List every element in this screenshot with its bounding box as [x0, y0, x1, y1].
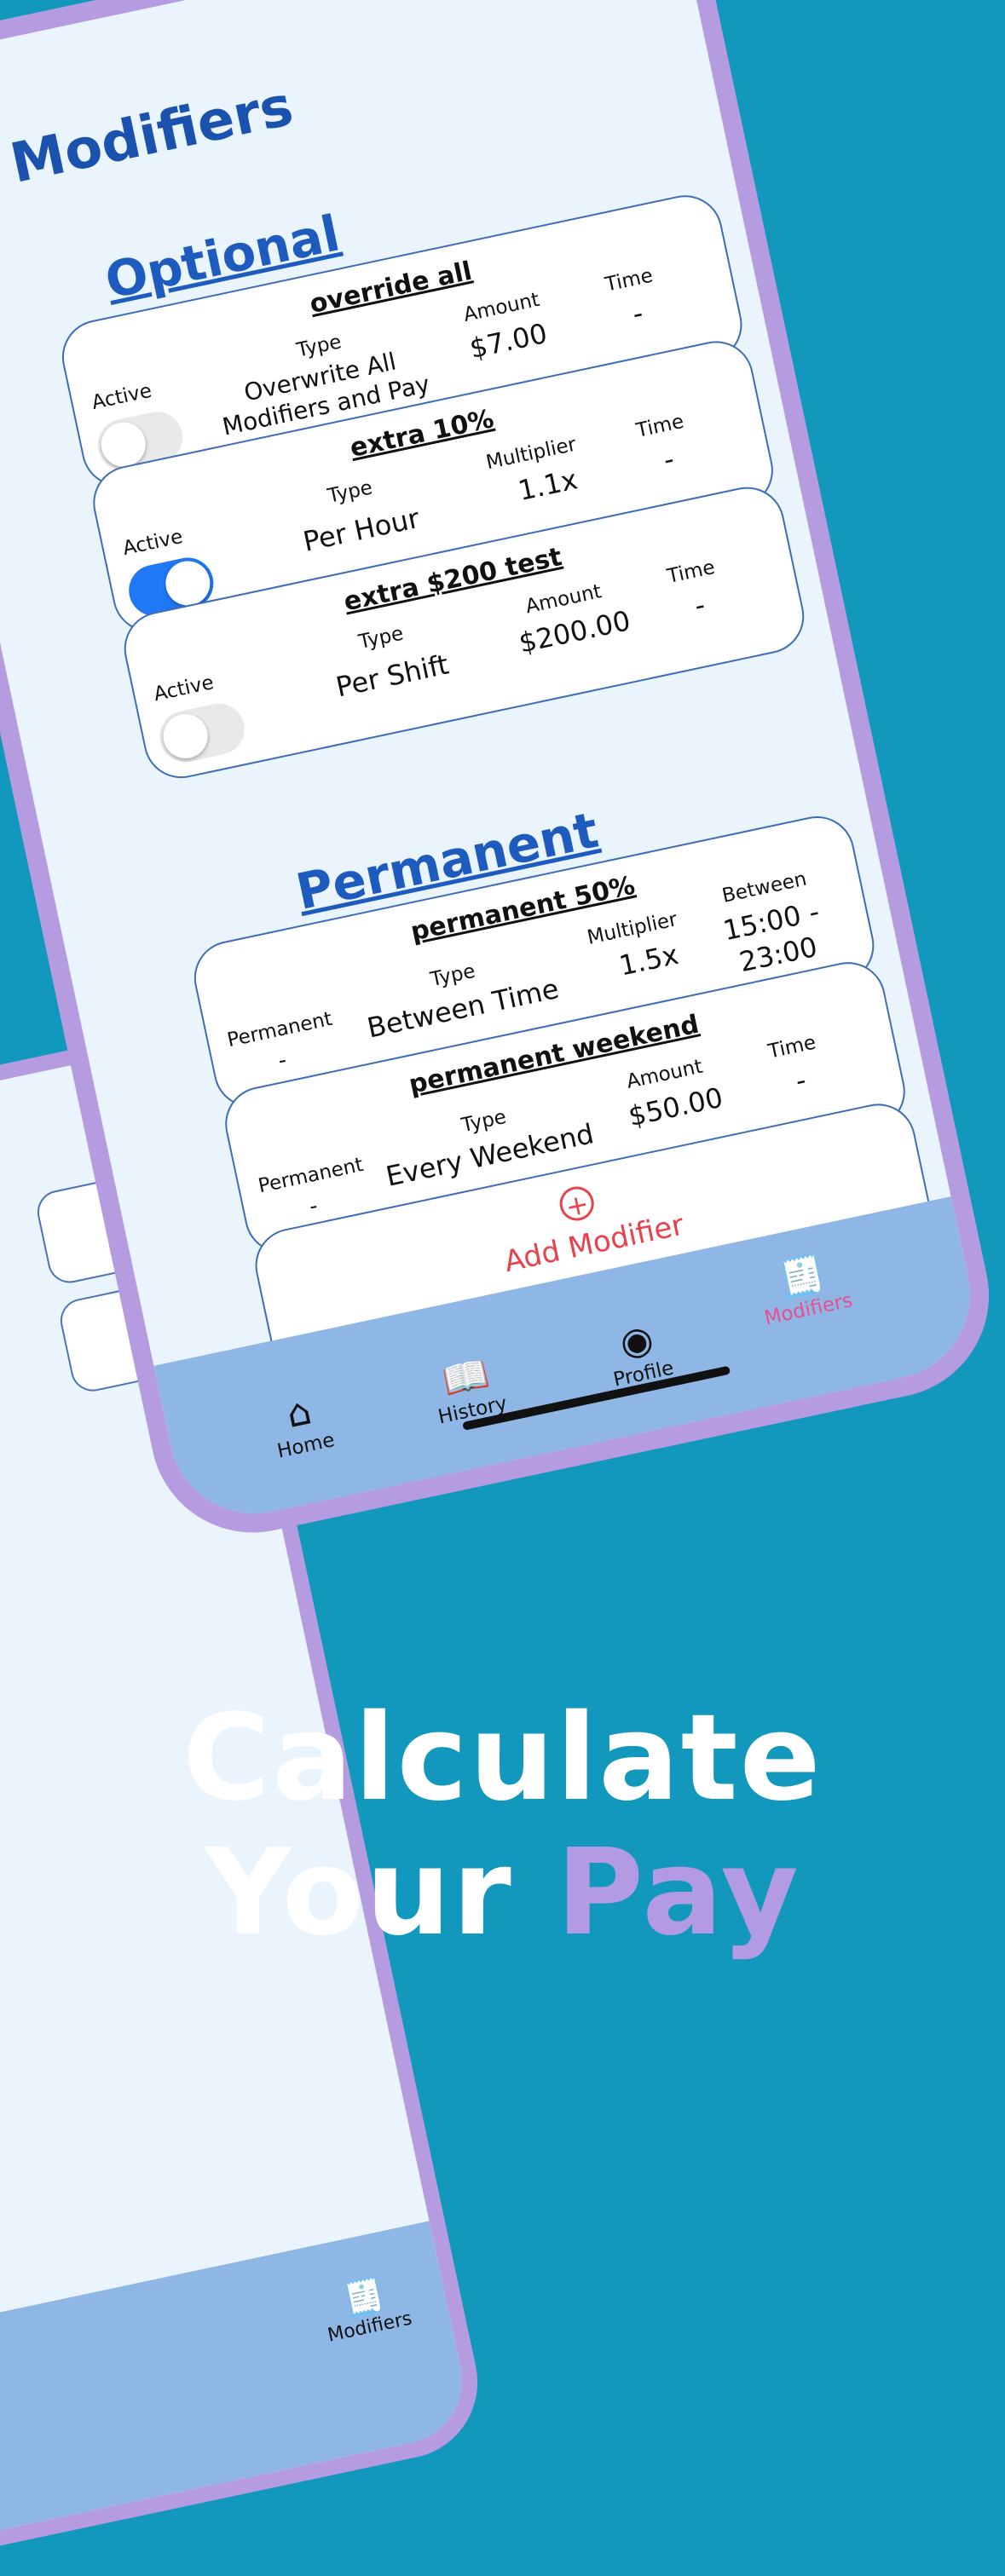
time-label: Time: [765, 1031, 818, 1063]
active-label: Active: [152, 671, 217, 706]
toggle-knob: [159, 710, 212, 763]
permanent-value: -: [306, 1193, 321, 1220]
headline-line-1: Calculate: [182, 1689, 823, 1828]
back-tab-bar: 🧾 Modifiers: [0, 2221, 474, 2558]
time-value: -: [660, 442, 678, 476]
time-label: Time: [665, 556, 717, 589]
time-value: -: [792, 1063, 809, 1098]
time-label: Time: [634, 410, 686, 442]
permanent-value: -: [275, 1047, 289, 1075]
type-label: Type: [326, 476, 375, 508]
time-value: -: [691, 588, 708, 622]
type-label: Type: [459, 1105, 509, 1138]
active-label: Active: [120, 525, 185, 561]
plus-circle-icon: +: [556, 1183, 598, 1225]
type-label: Type: [356, 622, 406, 654]
phone-screen: Modifiers Optional override all Active T…: [0, 0, 986, 1530]
phone-frame: Modifiers Optional override all Active T…: [0, 0, 1005, 1552]
headline: Calculate Your Pay: [0, 1691, 1005, 1961]
type-label: Type: [294, 331, 344, 362]
page-title: Modifiers: [5, 74, 299, 196]
amount-value: $200.00: [516, 604, 633, 660]
time-label: Time: [603, 264, 656, 297]
active-label: Active: [90, 379, 154, 414]
type-label: Type: [428, 960, 477, 992]
tab-modifiers[interactable]: 🧾 Modifiers: [726, 1240, 882, 1335]
type-value: Per Shift: [332, 648, 452, 704]
back-tab-modifiers[interactable]: 🧾 Modifiers: [301, 2265, 430, 2350]
permanent-label: Permanent: [225, 1007, 335, 1052]
headline-your: Your: [205, 1824, 557, 1962]
amount-value: $50.00: [625, 1081, 726, 1133]
active-toggle[interactable]: [155, 699, 250, 767]
permanent-label: Permanent: [256, 1153, 366, 1198]
headline-pay: Pay: [556, 1824, 800, 1962]
tab-home[interactable]: ⌂ Home: [223, 1377, 379, 1472]
headline-line-2: Your Pay: [0, 1826, 1005, 1961]
amount-value: $7.00: [466, 316, 551, 366]
time-value: -: [629, 297, 646, 331]
